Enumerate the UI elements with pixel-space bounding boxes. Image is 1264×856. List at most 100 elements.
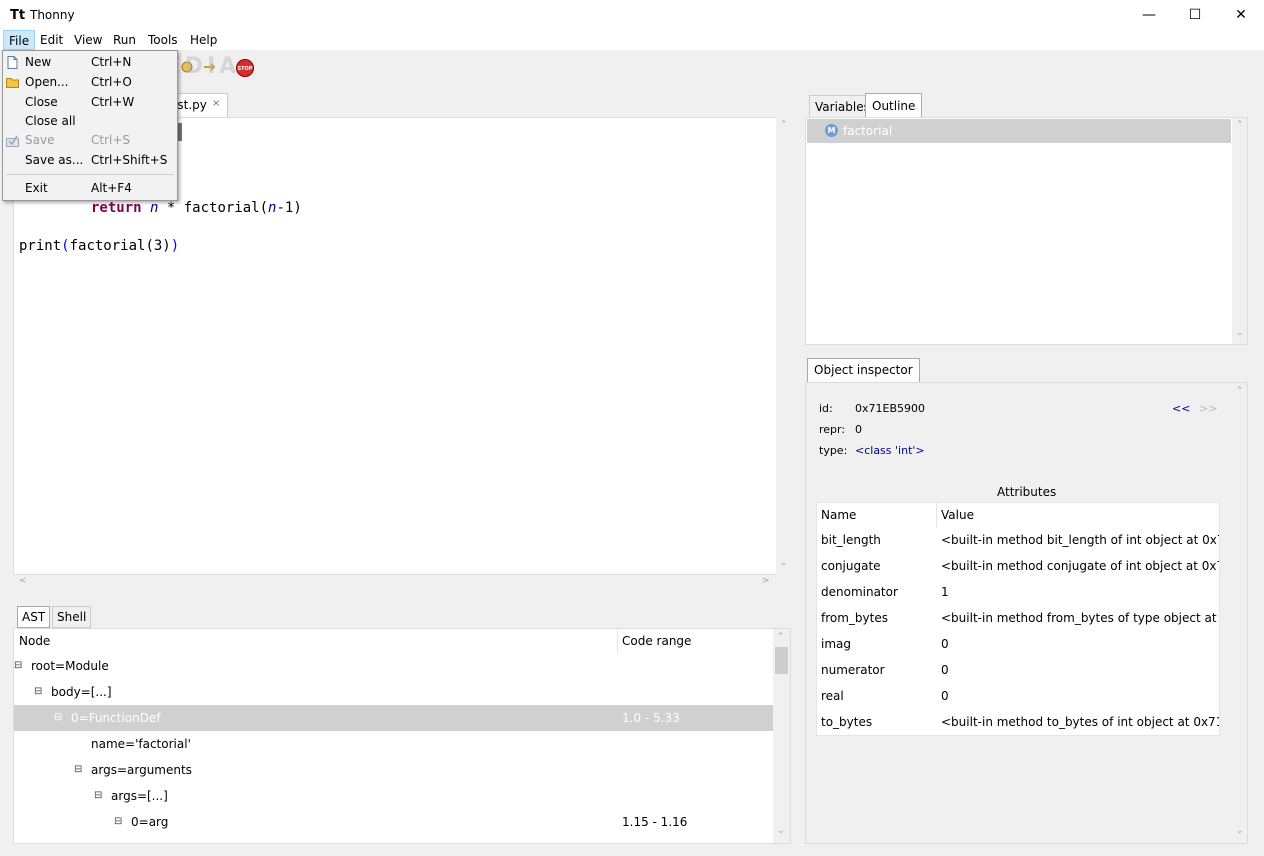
scrollbar-thumb[interactable] [775,647,788,674]
menu-item-new[interactable]: New Ctrl+N [3,53,173,72]
table-row[interactable]: to_bytes <built-in method to_bytes of int… [817,710,1219,736]
tab-object-inspector[interactable]: Object inspector [807,358,920,382]
window-title: Thonny [30,8,75,22]
scroll-right-icon[interactable]: > [762,576,770,586]
menu-item-close[interactable]: Close Ctrl+W [3,93,173,112]
ast-node-label: name='factorial' [91,737,191,751]
attr-value: 0 [941,663,949,677]
ast-col-range[interactable]: Code range [622,634,691,648]
attr-name: real [821,689,844,703]
ast-row[interactable] [14,654,773,680]
table-row[interactable]: denominator 1 [817,580,1219,606]
scroll-up-icon[interactable]: ⌃ [777,632,785,642]
back-button[interactable]: << [1172,402,1190,415]
repr-value: 0 [855,423,862,436]
tab-ast[interactable]: AST [17,606,51,628]
ast-node-label: 0=FunctionDef [71,711,161,725]
menu-item-save[interactable]: Save Ctrl+S [3,131,173,150]
attr-value: <built-in method conjugate of int object… [941,559,1219,573]
minimize-button[interactable]: — [1126,0,1172,30]
menu-file[interactable]: File [3,30,36,50]
menu-view[interactable]: View [69,30,107,50]
scroll-up-icon[interactable]: ⌃ [1236,386,1244,396]
ast-node-label: args=arguments [91,763,192,777]
attributes-title: Attributes [997,485,1057,499]
close-window-button[interactable]: ✕ [1218,0,1264,30]
ast-node-label: body=[...] [51,685,112,699]
column-divider[interactable] [617,629,618,653]
scroll-up-icon[interactable]: ⌃ [780,120,788,130]
attr-name: denominator [821,585,898,599]
menu-item-save-as[interactable]: Save as... Ctrl+Shift+S [3,151,173,170]
attr-col-value[interactable]: Value [941,508,974,522]
menu-help[interactable]: Help [185,30,222,50]
menu-item-close-all[interactable]: Close all [3,112,173,131]
type-label: type: [819,444,848,457]
attr-col-name[interactable]: Name [821,508,856,522]
menu-item-exit[interactable]: Exit Alt+F4 [3,179,173,198]
column-divider[interactable] [936,502,937,528]
scroll-down-icon[interactable]: ⌄ [780,558,788,568]
scroll-down-icon[interactable]: ⌄ [1236,328,1244,338]
attr-name: bit_length [821,533,881,547]
menu-edit[interactable]: Edit [35,30,68,50]
collapse-icon[interactable]: ⊟ [54,712,62,723]
collapse-icon[interactable]: ⊟ [114,816,122,827]
table-row[interactable]: from_bytes <built-in method from_bytes of… [817,606,1219,632]
attr-name: to_bytes [821,715,873,729]
id-label: id: [819,402,833,415]
attr-name: numerator [821,663,885,677]
menu-run[interactable]: Run [108,30,141,50]
code-line-print: print(factorial(3)) [19,238,180,254]
new-file-icon [6,56,19,69]
table-row[interactable]: real 0 [817,684,1219,710]
editor-horizontal-scrollbar[interactable] [13,575,778,591]
code-line-return: return n * factorial(n-1) [91,200,302,216]
tab-outline[interactable]: Outline [865,93,923,118]
method-icon: M [825,124,838,137]
title-bar [0,0,1264,30]
attr-value: 1 [941,585,949,599]
ast-node-label: root=Module [31,659,109,673]
menu-item-open[interactable]: Open... Ctrl+O [3,73,173,92]
table-row[interactable]: imag 0 [817,632,1219,658]
outline-vertical-scrollbar[interactable] [1232,118,1247,344]
maximize-button[interactable]: ☐ [1172,0,1218,30]
collapse-icon[interactable]: ⊟ [94,790,102,801]
ast-row[interactable] [14,680,773,706]
type-link[interactable]: <class 'int'> [855,444,925,457]
menu-separator [6,174,174,175]
save-icon [6,134,19,147]
open-folder-icon [6,76,19,89]
attr-value: 0 [941,637,949,651]
editor-vertical-scrollbar[interactable] [776,117,791,575]
attr-name: from_bytes [821,611,888,625]
attr-value: <built-in method bit_length of int objec… [941,533,1219,547]
ast-node-label: args=[...] [111,789,168,803]
close-tab-icon[interactable]: × [212,98,220,109]
table-row[interactable]: conjugate <built-in method conjugate of i… [817,554,1219,580]
scroll-left-icon[interactable]: < [19,576,27,586]
repr-label: repr: [819,423,846,436]
table-row[interactable]: numerator 0 [817,658,1219,684]
collapse-icon[interactable]: ⊟ [74,764,82,775]
collapse-icon[interactable]: ⊟ [14,660,22,671]
menu-tools[interactable]: Tools [143,30,183,50]
attr-value: <built-in method to_bytes of int object … [941,715,1219,729]
ast-code-range: 1.0 - 5.33 [622,711,680,725]
table-row[interactable]: bit_length <built-in method bit_length of… [817,528,1219,554]
attr-value: <built-in method from_bytes of type obje… [941,611,1219,625]
forward-button[interactable]: >> [1199,402,1217,415]
id-value: 0x71EB5900 [855,402,925,415]
attr-value: 0 [941,689,949,703]
object-inspector-scrollbar[interactable] [1232,383,1247,843]
tab-shell[interactable]: Shell [52,606,92,628]
scroll-up-icon[interactable]: ⌃ [1236,120,1244,130]
scroll-down-icon[interactable]: ⌄ [1236,826,1244,836]
collapse-icon[interactable]: ⊟ [34,686,42,697]
app-logo-icon: Tt [10,8,26,23]
outline-item-label: factorial [843,124,893,138]
scroll-down-icon[interactable]: ⌄ [777,826,785,836]
attr-name: imag [821,637,851,651]
ast-col-node[interactable]: Node [19,634,50,648]
